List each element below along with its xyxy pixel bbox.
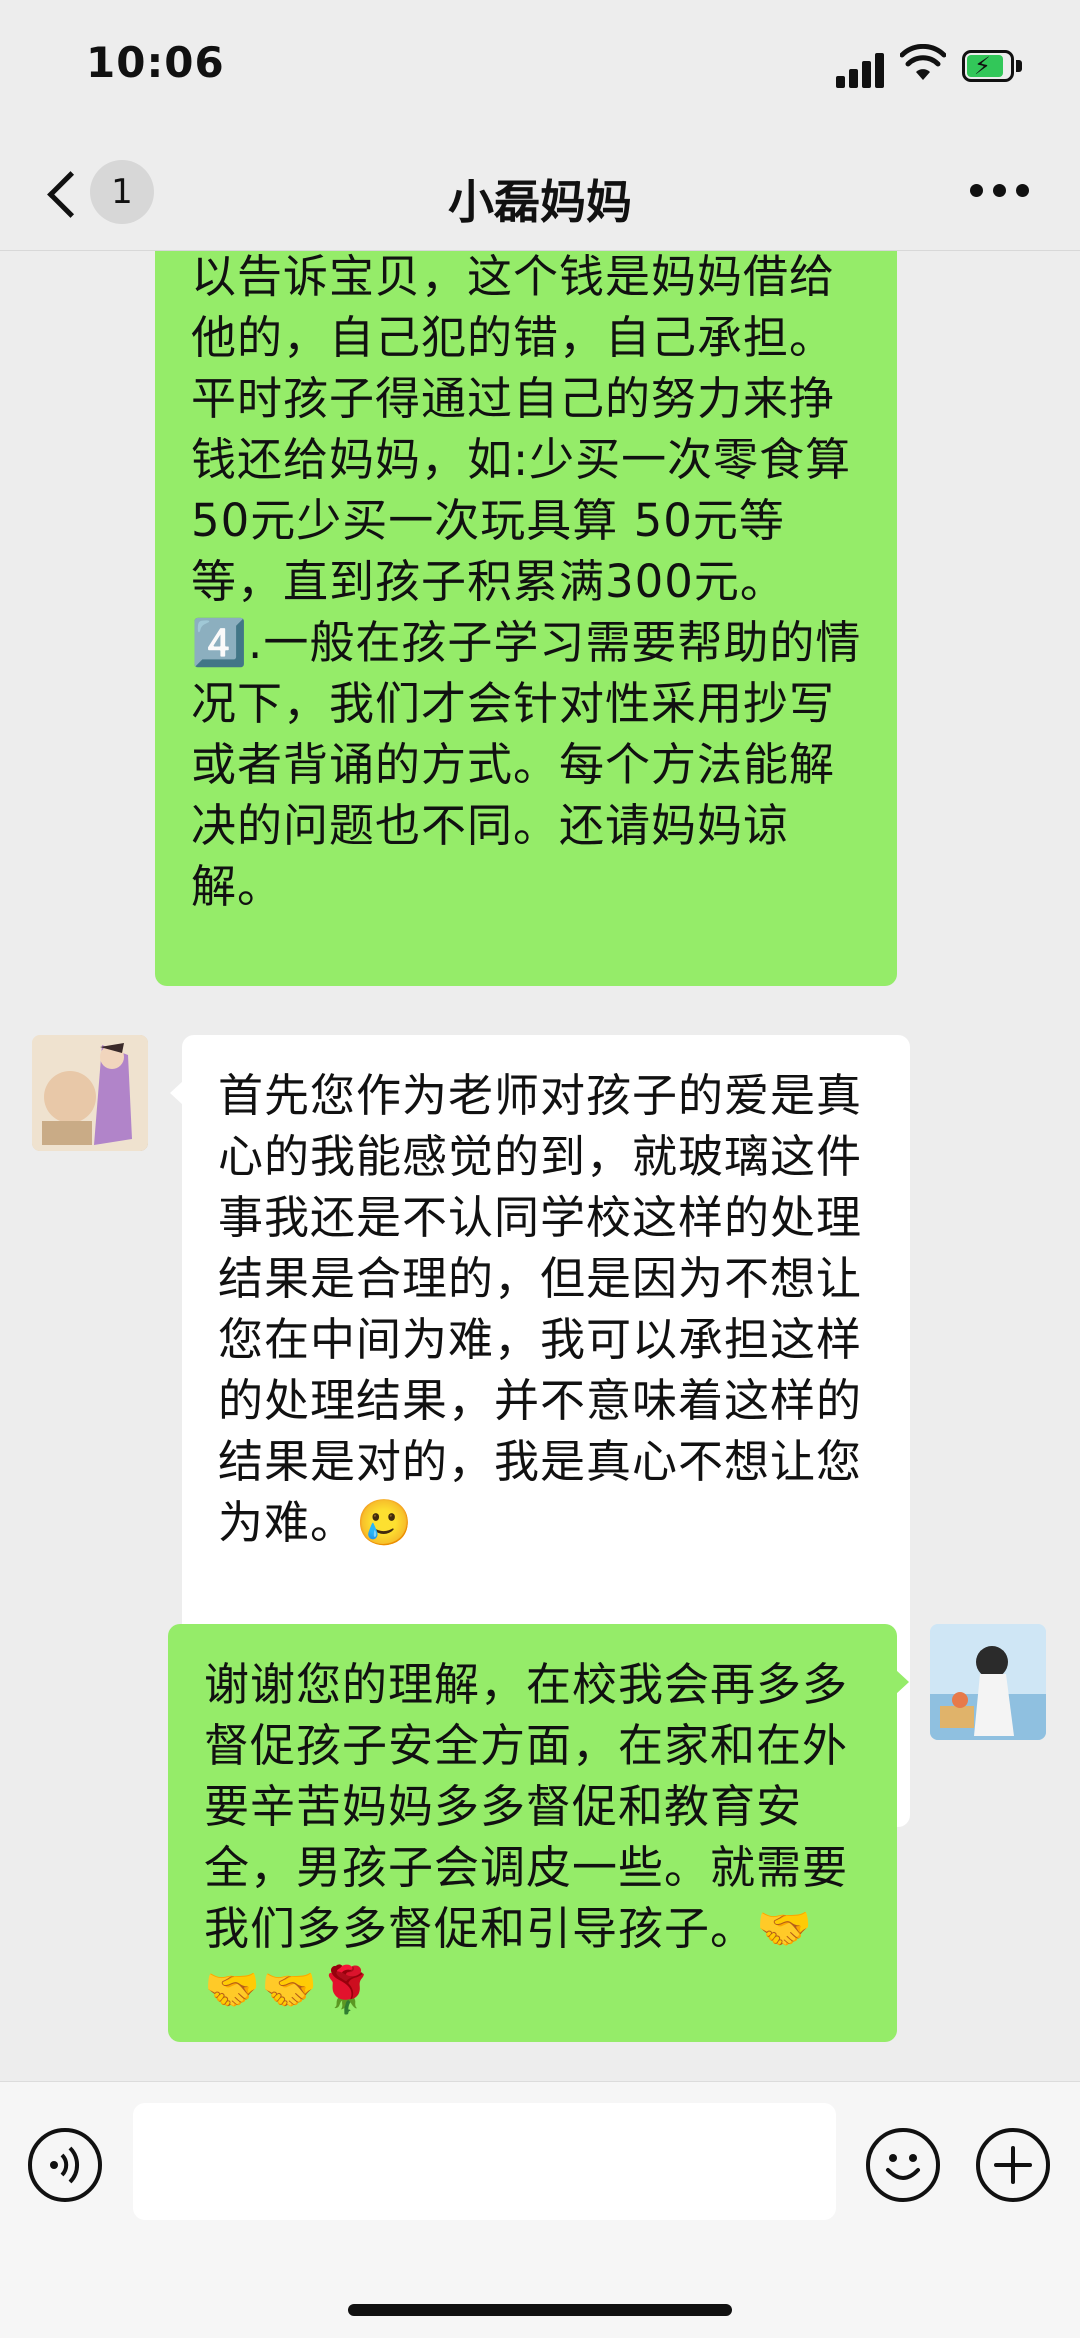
voice-input-button[interactable] (28, 2128, 102, 2202)
contact-avatar[interactable] (32, 1035, 148, 1151)
chat-title: 小磊妈妈 (448, 175, 632, 229)
home-indicator (348, 2304, 732, 2316)
message-bubble-self[interactable]: 谢谢您的理解，在校我会再多多督促孩子安全方面，在家和在外要辛苦妈妈多多督促和教育… (168, 1624, 909, 2042)
more-options-icon[interactable] (970, 184, 1030, 198)
message-bubble-self[interactable]: 以告诉宝贝，这个钱是妈妈借给他的，自己犯的错，自己承担。平时孩子得通过自己的努力… (155, 251, 897, 986)
cellular-signal-icon (836, 50, 888, 88)
message-input[interactable] (133, 2103, 836, 2220)
emoji-button[interactable] (866, 2128, 940, 2202)
voice-icon (50, 2146, 80, 2184)
message-list[interactable]: 以告诉宝贝，这个钱是妈妈借给他的，自己犯的错，自己承担。平时孩子得通过自己的努力… (0, 251, 1080, 2081)
input-bar (0, 2081, 1080, 2338)
smiley-icon (886, 2154, 920, 2180)
user-avatar[interactable] (930, 1624, 1046, 1740)
more-functions-button[interactable] (976, 2128, 1050, 2202)
chat-header: 1 小磊妈妈 (0, 140, 1080, 251)
wifi-icon (899, 43, 947, 82)
status-bar: 10:06 ⚡ (0, 0, 1080, 140)
status-time: 10:06 (86, 38, 225, 87)
battery-charging-icon: ⚡ (962, 50, 1024, 84)
plus-icon (994, 2146, 1032, 2184)
